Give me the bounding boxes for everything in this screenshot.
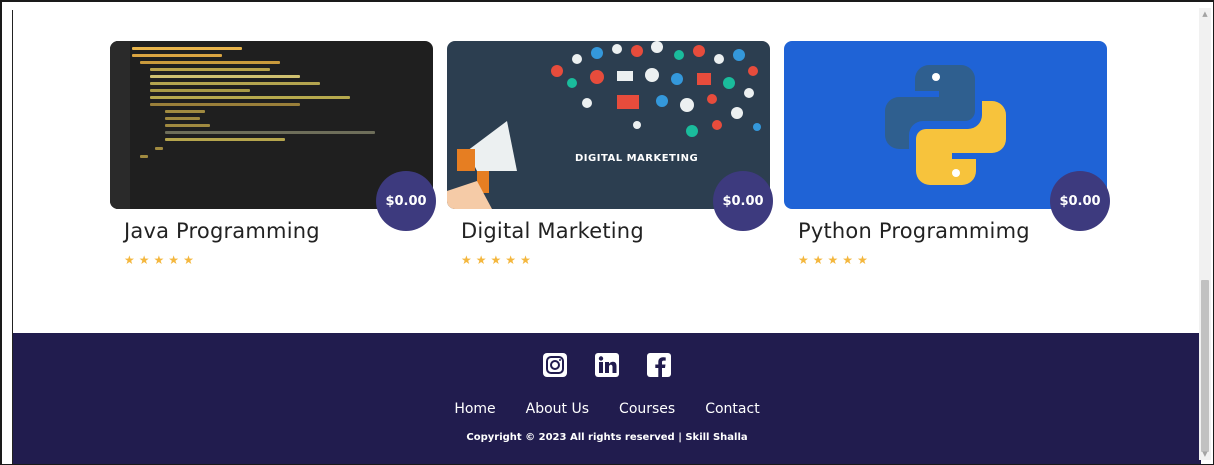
footer: Home About Us Courses Contact Copyright … (13, 333, 1201, 464)
nav-home[interactable]: Home (454, 401, 495, 417)
course-title[interactable]: Digital Marketing (461, 219, 644, 243)
star-icon: ★ (138, 253, 150, 267)
course-title[interactable]: Python Programmimg (798, 219, 1030, 243)
browser-viewport: $0.00 Java Programming ★ ★ ★ ★ ★ DIGITAL… (0, 0, 1214, 465)
copyright-text: Copyright © 2023 All rights reserved | S… (466, 432, 748, 443)
star-icon: ★ (124, 253, 135, 267)
star-icon: ★ (183, 253, 194, 267)
scroll-up-arrow-icon[interactable]: ▲ (1199, 8, 1211, 20)
social-links (13, 350, 1201, 380)
star-icon: ★ (812, 253, 824, 267)
rating-stars: ★ ★ ★ ★ ★ (461, 253, 531, 267)
page-content: $0.00 Java Programming ★ ★ ★ ★ ★ DIGITAL… (12, 10, 1201, 464)
nav-about-us[interactable]: About Us (526, 401, 589, 417)
course-card-digital-marketing[interactable]: DIGITAL MARKETING $0.00 Digital Marketin… (447, 41, 773, 281)
price-badge: $0.00 (1050, 171, 1110, 231)
rating-stars: ★ ★ ★ ★ ★ (124, 253, 194, 267)
star-icon: ★ (857, 253, 868, 267)
scroll-down-arrow-icon[interactable]: ▼ (1199, 448, 1211, 460)
star-icon: ★ (461, 253, 472, 267)
rating-stars: ★ ★ ★ ★ ★ (798, 253, 868, 267)
instagram-icon[interactable] (540, 350, 570, 380)
nav-courses[interactable]: Courses (619, 401, 675, 417)
facebook-icon[interactable] (644, 350, 674, 380)
course-card-python[interactable]: $0.00 Python Programmimg ★ ★ ★ ★ ★ (784, 41, 1110, 281)
nav-contact[interactable]: Contact (705, 401, 759, 417)
footer-nav: Home About Us Courses Contact (13, 401, 1201, 417)
star-icon: ★ (827, 253, 839, 267)
vertical-scrollbar[interactable]: ▲ ▼ (1199, 8, 1211, 460)
course-title[interactable]: Java Programming (124, 219, 320, 243)
linkedin-icon[interactable] (592, 350, 622, 380)
price-badge: $0.00 (376, 171, 436, 231)
star-icon: ★ (475, 253, 487, 267)
image-caption: DIGITAL MARKETING (575, 153, 699, 164)
scroll-thumb[interactable] (1201, 280, 1209, 452)
star-icon: ★ (490, 253, 502, 267)
star-icon: ★ (520, 253, 531, 267)
star-icon: ★ (842, 253, 854, 267)
star-icon: ★ (505, 253, 517, 267)
star-icon: ★ (153, 253, 165, 267)
star-icon: ★ (798, 253, 809, 267)
course-card-java[interactable]: $0.00 Java Programming ★ ★ ★ ★ ★ (110, 41, 436, 281)
star-icon: ★ (168, 253, 180, 267)
price-badge: $0.00 (713, 171, 773, 231)
